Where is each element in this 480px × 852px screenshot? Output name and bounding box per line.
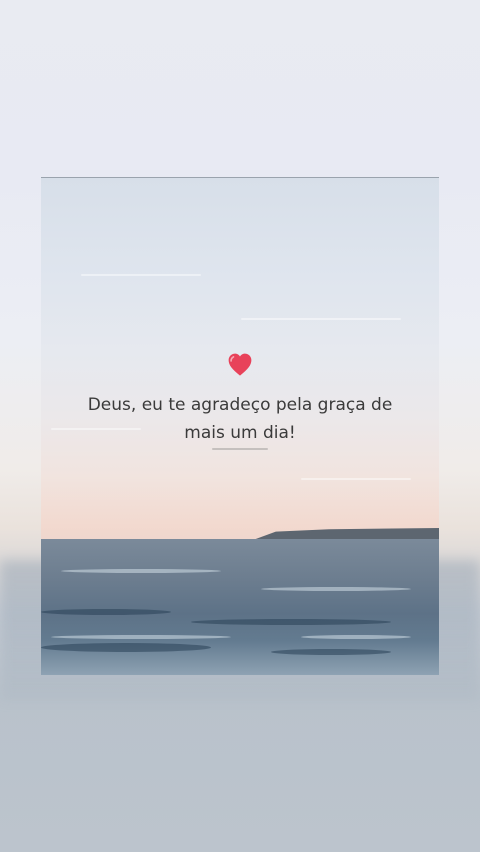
wave	[191, 619, 391, 625]
decorative-underline	[212, 448, 268, 450]
quote-text: Deus, eu te agradeço pela graça de mais …	[61, 391, 419, 447]
wave	[271, 649, 391, 655]
red-heart-icon	[228, 353, 252, 376]
cloud-streak	[301, 478, 411, 480]
wave-foam	[51, 635, 231, 639]
cloud-streak	[241, 318, 401, 320]
quote-line-1: Deus, eu te agradeço pela graça de	[87, 395, 393, 415]
wave	[41, 609, 171, 615]
quote-line-2: mais um dia!	[184, 423, 296, 443]
sea	[41, 539, 439, 675]
wave	[41, 643, 211, 652]
wave-foam	[61, 569, 221, 573]
cloud-streak	[81, 274, 201, 276]
wave-foam	[261, 587, 411, 591]
wave-foam	[301, 635, 411, 639]
photo-card: Deus, eu te agradeço pela graça de mais …	[41, 177, 439, 675]
